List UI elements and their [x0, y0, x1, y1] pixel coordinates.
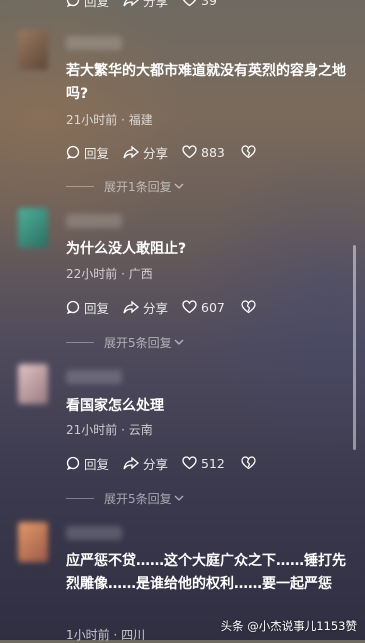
- like-count: 512: [201, 455, 225, 471]
- share-button[interactable]: 分享: [123, 298, 168, 317]
- broken-heart-icon: [241, 145, 256, 159]
- heart-icon: [182, 145, 197, 159]
- reply-button[interactable]: 回复: [66, 0, 109, 10]
- heart-icon: [182, 456, 197, 470]
- share-button[interactable]: 分享: [123, 454, 168, 473]
- broken-heart-icon: [241, 300, 256, 314]
- reply-button[interactable]: 回复: [66, 143, 109, 162]
- comment-text: 为什么没人敢阻止?: [66, 241, 187, 257]
- share-label: 分享: [143, 145, 169, 161]
- share-button[interactable]: 分享: [123, 143, 168, 162]
- like-count: 883: [201, 144, 225, 160]
- like-button[interactable]: 883: [182, 145, 225, 160]
- dislike-button[interactable]: [241, 456, 260, 470]
- dislike-button[interactable]: [241, 145, 260, 159]
- broken-heart-icon: [241, 456, 256, 470]
- share-arrow-icon: [123, 0, 140, 7]
- divider: [66, 341, 94, 343]
- share-arrow-icon: [123, 456, 140, 470]
- comment-meta: 22小时前 · 广西: [66, 267, 153, 281]
- share-label: 分享: [143, 300, 169, 316]
- comment-bubble-icon: [66, 300, 80, 314]
- heart-icon: [182, 0, 197, 7]
- like-count: 607: [201, 299, 225, 315]
- username[interactable]: [66, 370, 122, 384]
- comment-bubble-icon: [66, 456, 80, 470]
- share-label: 分享: [143, 0, 169, 9]
- share-arrow-icon: [123, 145, 140, 159]
- expand-label: 展开1条回复: [104, 179, 172, 194]
- comment-text: 若大繁华的大都市难道就没有英烈的容身之地吗?: [66, 63, 346, 102]
- expand-replies[interactable]: 展开1条回复: [66, 178, 266, 194]
- reply-button[interactable]: 回复: [66, 454, 109, 473]
- comment-actions: 回复 分享 512: [66, 453, 274, 473]
- expand-label: 展开5条回复: [104, 491, 172, 506]
- username[interactable]: [66, 214, 122, 228]
- share-arrow-icon: [123, 300, 140, 314]
- expand-replies[interactable]: 展开5条回复: [66, 490, 266, 506]
- comment-meta: 21小时前 · 福建: [66, 113, 153, 127]
- like-button[interactable]: 39: [182, 0, 217, 8]
- heart-icon: [182, 300, 197, 314]
- reply-button[interactable]: 回复: [66, 298, 109, 317]
- username[interactable]: [66, 526, 122, 540]
- share-button[interactable]: 分享: [123, 0, 168, 10]
- reply-label: 回复: [84, 145, 110, 161]
- share-label: 分享: [143, 456, 169, 472]
- avatar[interactable]: [18, 30, 48, 70]
- username[interactable]: [66, 36, 122, 50]
- like-count: 39: [201, 0, 217, 8]
- expand-replies[interactable]: 展开5条回复: [66, 334, 266, 350]
- dislike-button[interactable]: [241, 300, 260, 314]
- comment-text: 看国家怎么处理: [66, 398, 164, 414]
- scrollbar[interactable]: [353, 245, 356, 450]
- avatar[interactable]: [18, 522, 48, 562]
- comment-meta: 1小时前 · 四川: [66, 628, 146, 642]
- comment-actions: 回复 分享 607: [66, 297, 274, 317]
- divider: [66, 497, 94, 499]
- like-button[interactable]: 607: [182, 300, 225, 315]
- top-action-row: 回复 分享 39: [66, 0, 231, 10]
- avatar[interactable]: [18, 364, 48, 404]
- divider: [66, 185, 94, 187]
- comment-bubble-icon: [66, 145, 80, 159]
- chevron-down-icon: [174, 495, 184, 501]
- comment-actions: 回复 分享 883: [66, 142, 274, 162]
- reply-label: 回复: [84, 456, 110, 472]
- comment-bubble-icon: [66, 0, 80, 7]
- expand-label: 展开5条回复: [104, 335, 172, 350]
- watermark: 头条 @小杰说事儿1153赞: [220, 619, 357, 633]
- comment-meta: 21小时前 · 云南: [66, 423, 153, 437]
- comment-text: 应严惩不贷……这个大庭广众之下……锤打先烈雕像……是谁给他的权利……要一起严惩: [66, 553, 346, 592]
- like-button[interactable]: 512: [182, 456, 225, 471]
- reply-label: 回复: [84, 0, 110, 9]
- chevron-down-icon: [174, 183, 184, 189]
- reply-label: 回复: [84, 300, 110, 316]
- avatar[interactable]: [18, 208, 48, 248]
- chevron-down-icon: [174, 339, 184, 345]
